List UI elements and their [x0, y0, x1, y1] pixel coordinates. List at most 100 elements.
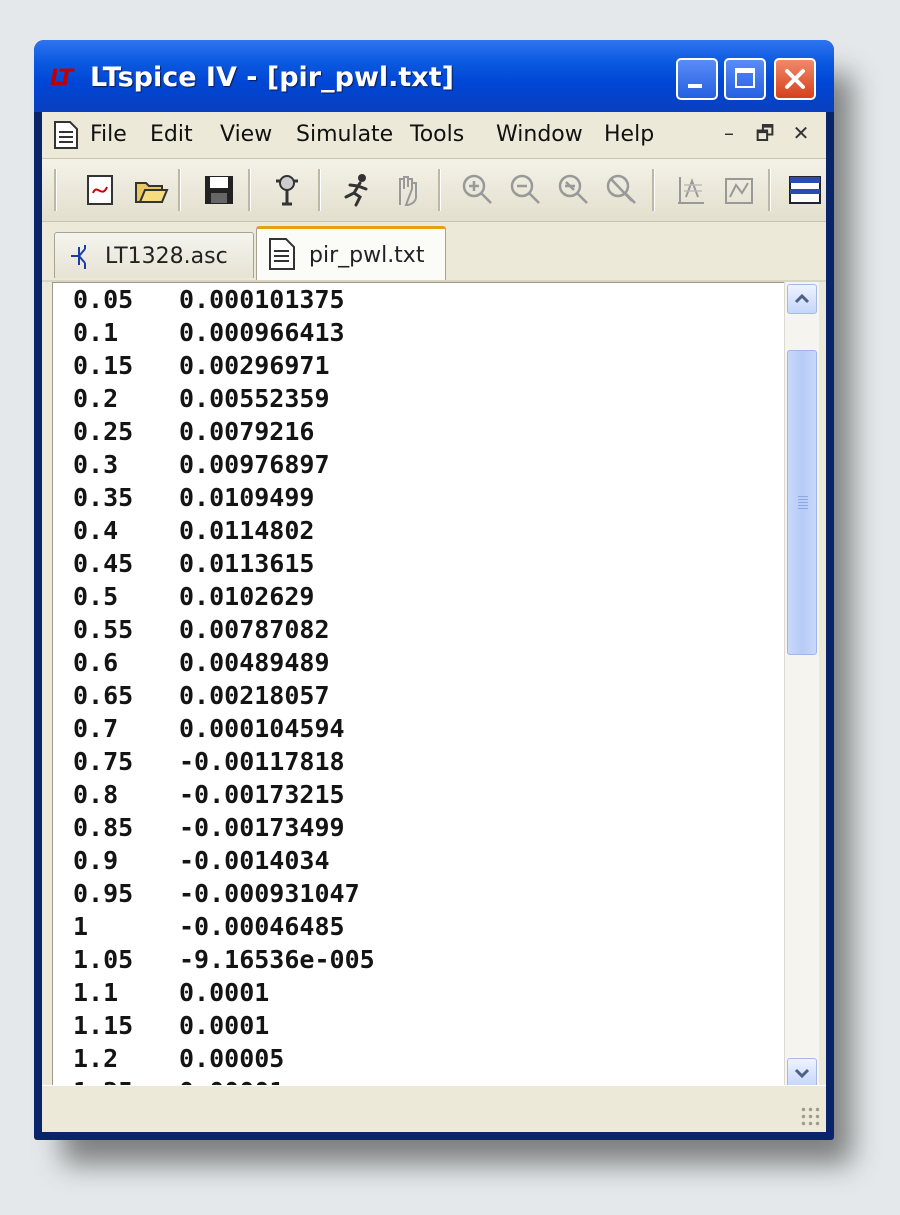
file-line: 0.2 0.00552359	[73, 384, 375, 417]
mdi-restore-button[interactable]: 🗗	[750, 118, 780, 148]
text-editor[interactable]: 0.05 0.000101375 0.1 0.000966413 0.15 0.00296…	[52, 282, 786, 1090]
chevron-down-icon	[794, 1068, 810, 1079]
file-line: 1.2 0.00005	[73, 1044, 375, 1077]
file-line: 0.85 -0.00173499	[73, 813, 375, 846]
amplitude-value: -9.16536e-005	[179, 945, 375, 974]
time-value: 0.85	[73, 813, 134, 842]
menu-tools[interactable]: Tools	[410, 122, 464, 147]
time-value: 1.1	[73, 978, 119, 1007]
scroll-thumb[interactable]	[787, 350, 817, 655]
amplitude-value: 0.0113615	[179, 549, 315, 578]
file-line: 0.4 0.0114802	[73, 516, 375, 549]
text-file-icon	[269, 238, 295, 270]
file-line: 0.9 -0.0014034	[73, 846, 375, 879]
amplitude-value: 0.00787082	[179, 615, 330, 644]
menu-file[interactable]: File	[90, 122, 127, 147]
amplitude-value: 0.0102629	[179, 582, 315, 611]
amplitude-value: 0.0001	[179, 1011, 270, 1040]
menu-view[interactable]: View	[220, 122, 272, 147]
title-bar[interactable]: LT LTspice IV - [pir_pwl.txt]	[34, 40, 834, 112]
file-line: 1.1 0.0001	[73, 978, 375, 1011]
toolbar-separator	[248, 169, 251, 211]
scroll-down-button[interactable]	[787, 1058, 817, 1088]
file-line: 0.3 0.00976897	[73, 450, 375, 483]
scroll-grip-icon	[798, 496, 808, 510]
mdi-minimize-button[interactable]: –	[714, 118, 744, 148]
amplitude-value: 0.00218057	[179, 681, 330, 710]
minimize-button[interactable]	[676, 58, 718, 100]
file-line: 0.45 0.0113615	[73, 549, 375, 582]
menu-window[interactable]: Window	[496, 122, 583, 147]
time-value: 1.15	[73, 1011, 134, 1040]
menu-edit[interactable]: Edit	[150, 122, 193, 147]
autorange-y-icon[interactable]	[672, 171, 710, 209]
menu-simulate[interactable]: Simulate	[296, 122, 393, 147]
menu-help[interactable]: Help	[604, 122, 654, 147]
file-line: 1.05 -9.16536e-005	[73, 945, 375, 978]
schematic-icon	[71, 245, 86, 269]
control-panel-icon[interactable]	[268, 171, 306, 209]
amplitude-value: 0.0079216	[179, 417, 315, 446]
file-line: 0.5 0.0102629	[73, 582, 375, 615]
amplitude-value: -0.00046485	[179, 912, 345, 941]
zoom-in-icon[interactable]	[458, 171, 496, 209]
toolbar	[42, 159, 826, 222]
amplitude-value: 0.00296971	[179, 351, 330, 380]
time-value: 0.25	[73, 417, 134, 446]
file-line: 0.7 0.000104594	[73, 714, 375, 747]
app-window: LT LTspice IV - [pir_pwl.txt] File Edit …	[34, 40, 834, 1140]
autorange-x-icon[interactable]	[720, 171, 758, 209]
file-line: 0.35 0.0109499	[73, 483, 375, 516]
file-line: 1.15 0.0001	[73, 1011, 375, 1044]
time-value: 0.75	[73, 747, 134, 776]
time-value: 0.35	[73, 483, 134, 512]
time-value: 0.7	[73, 714, 119, 743]
new-schematic-icon[interactable]	[82, 171, 120, 209]
tab-lt1328-asc[interactable]: LT1328.asc	[54, 232, 254, 278]
time-value: 0.55	[73, 615, 134, 644]
maximize-button[interactable]	[724, 58, 766, 100]
status-bar	[42, 1085, 826, 1132]
maximize-icon	[735, 68, 755, 88]
minimize-icon	[688, 84, 702, 88]
time-value: 0.05	[73, 285, 134, 314]
file-content: 0.05 0.000101375 0.1 0.000966413 0.15 0.00296…	[73, 285, 375, 1089]
document-icon[interactable]	[52, 120, 80, 150]
open-icon[interactable]	[132, 171, 170, 209]
time-value: 0.2	[73, 384, 119, 413]
save-icon[interactable]	[200, 171, 238, 209]
resize-grip-icon[interactable]	[800, 1106, 822, 1128]
close-icon	[785, 69, 805, 89]
amplitude-value: -0.00173215	[179, 780, 345, 809]
chevron-up-icon	[794, 293, 810, 304]
toolbar-separator	[652, 169, 655, 211]
time-value: 0.9	[73, 846, 119, 875]
time-value: 0.65	[73, 681, 134, 710]
menu-bar: File Edit View Simulate Tools Window Hel…	[42, 112, 826, 159]
time-value: 0.95	[73, 879, 134, 908]
mdi-close-button[interactable]: ✕	[786, 118, 816, 148]
amplitude-value: 0.000101375	[179, 285, 345, 314]
tab-pir-pwl-txt[interactable]: pir_pwl.txt	[256, 226, 446, 280]
amplitude-value: 0.000966413	[179, 318, 345, 347]
time-value: 0.8	[73, 780, 119, 809]
file-line: 0.8 -0.00173215	[73, 780, 375, 813]
zoom-cancel-icon[interactable]	[602, 171, 640, 209]
amplitude-value: 0.0109499	[179, 483, 315, 512]
tile-icon[interactable]	[786, 171, 824, 209]
zoom-out-icon[interactable]	[506, 171, 544, 209]
file-line: 0.15 0.00296971	[73, 351, 375, 384]
close-button[interactable]	[774, 58, 816, 100]
scroll-up-button[interactable]	[787, 284, 817, 314]
file-line: 0.05 0.000101375	[73, 285, 375, 318]
toolbar-separator	[438, 169, 441, 211]
time-value: 1.2	[73, 1044, 119, 1073]
time-value: 0.3	[73, 450, 119, 479]
amplitude-value: 0.00552359	[179, 384, 330, 413]
document-tabs: LT1328.asc pir_pwl.txt	[42, 222, 826, 282]
vertical-scrollbar[interactable]	[784, 282, 819, 1090]
zoom-fit-icon[interactable]	[554, 171, 592, 209]
halt-icon[interactable]	[388, 171, 426, 209]
amplitude-value: 0.0114802	[179, 516, 315, 545]
run-icon[interactable]	[338, 171, 376, 209]
